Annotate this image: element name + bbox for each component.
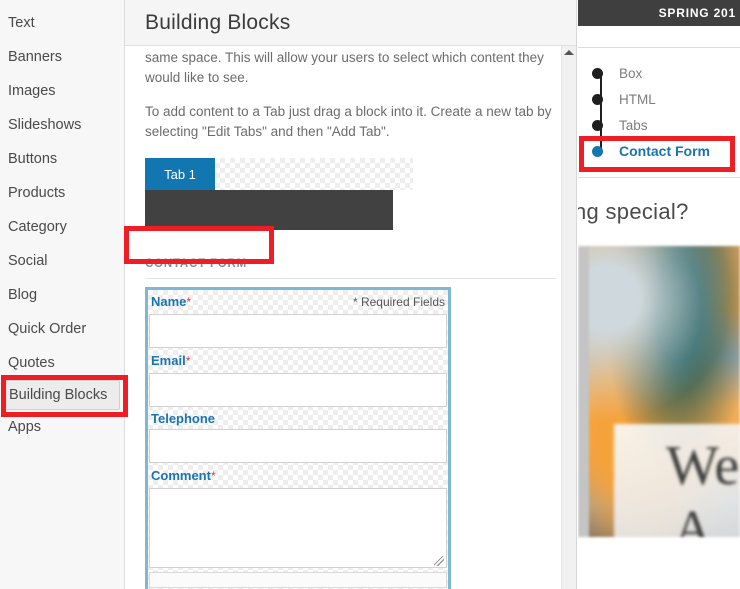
preview-spacer: [578, 26, 740, 47]
hero-left-strip: [578, 246, 589, 537]
block-list-item-label: Box: [619, 65, 643, 81]
page-title: Building Blocks: [145, 10, 291, 34]
sidebar-item-label: Slideshows: [8, 117, 82, 133]
name-field-labelrow: Name* * Required Fields: [149, 291, 447, 314]
required-star-icon: *: [185, 354, 191, 368]
tab-content-area[interactable]: [145, 190, 393, 230]
sidebar-item-label: Building Blocks: [9, 387, 108, 403]
panel-body: same space. This will allow your users t…: [125, 46, 576, 589]
sidebar-item-label: Text: [8, 15, 35, 31]
block-list-item-label: Tabs: [619, 117, 648, 133]
site-topbar-text: SPRING 201: [658, 6, 736, 20]
sidebar-item-quick-order[interactable]: Quick Order: [0, 312, 124, 346]
building-blocks-panel: Building Blocks same space. This will al…: [125, 0, 577, 589]
hero-headline: ng special?: [578, 178, 740, 246]
bullet-dot-icon: [592, 67, 603, 79]
sidebar-item-banners[interactable]: Banners: [0, 40, 124, 74]
block-list-item-label: HTML: [619, 91, 656, 107]
hero-card-word-2: A: [674, 501, 712, 538]
contact-form-submit-row[interactable]: [149, 572, 447, 588]
sidebar-item-label: Apps: [8, 419, 42, 435]
site-preview: SPRING 201 Box HTML Tabs Contact Form ng…: [578, 0, 740, 589]
telephone-field-labelrow: Telephone: [149, 409, 447, 429]
required-star-icon: *: [186, 295, 192, 309]
panel-scrollbar[interactable]: [561, 46, 576, 589]
sidebar-item-label: Buttons: [8, 151, 58, 167]
sidebar-item-blog[interactable]: Blog: [0, 278, 124, 312]
description-paragraph-1: same space. This will allow your users t…: [145, 50, 544, 85]
required-fields-note: * Required Fields: [352, 295, 445, 309]
site-topbar: SPRING 201: [578, 0, 740, 26]
sidebar-item-label: Banners: [8, 49, 63, 65]
contact-form-section-heading: CONTACT FORM: [145, 258, 556, 279]
tab-1-label: Tab 1: [164, 166, 196, 182]
sidebar-item-images[interactable]: Images: [0, 74, 124, 108]
email-field-label: Email*: [151, 353, 191, 368]
sidebar-item-label: Blog: [8, 287, 38, 303]
comment-field-label: Comment*: [151, 468, 216, 483]
block-type-list: Box HTML Tabs Contact Form: [578, 47, 740, 178]
sidebar-item-quotes[interactable]: Quotes: [0, 346, 124, 380]
hero-headline-text: ng special?: [578, 199, 689, 224]
contact-form-block[interactable]: Name* * Required Fields Email* Telephone…: [145, 287, 451, 589]
sidebar-item-label: Quotes: [8, 355, 55, 371]
sidebar-item-products[interactable]: Products: [0, 176, 124, 210]
bullet-dot-icon: [592, 93, 603, 105]
hero-image: We A: [578, 246, 740, 537]
sidebar-item-label: Quick Order: [8, 321, 87, 337]
sidebar-item-slideshows[interactable]: Slideshows: [0, 108, 124, 142]
bullet-dot-icon: [592, 145, 603, 157]
panel-header: Building Blocks: [125, 0, 576, 46]
hero-card: We A: [614, 424, 740, 537]
sidebar-item-label: Social: [8, 253, 48, 269]
block-list-item-box[interactable]: Box: [578, 60, 740, 86]
description-paragraph-2: To add content to a Tab just drag a bloc…: [145, 104, 552, 139]
required-star-icon: *: [210, 469, 216, 483]
sidebar-item-label: Category: [8, 219, 67, 235]
sidebar-item-building-blocks[interactable]: Building Blocks: [3, 380, 120, 410]
block-list-item-contact-form[interactable]: Contact Form: [578, 138, 740, 164]
bullet-dot-icon: [592, 119, 603, 131]
sidebar-item-text[interactable]: Text: [0, 6, 124, 40]
resize-handle-icon[interactable]: [434, 556, 444, 566]
telephone-input[interactable]: [149, 429, 447, 463]
comment-textarea[interactable]: [149, 488, 447, 568]
block-list-item-label: Contact Form: [619, 143, 710, 159]
chevron-up-icon[interactable]: [564, 50, 574, 55]
block-categories-sidebar: Text Banners Images Slideshows Buttons P…: [0, 0, 125, 589]
hero-card-word-1: We: [666, 435, 740, 497]
sidebar-item-label: Images: [8, 83, 56, 99]
block-list-item-tabs[interactable]: Tabs: [578, 112, 740, 138]
telephone-field-label: Telephone: [151, 411, 216, 426]
sidebar-item-apps[interactable]: Apps: [0, 410, 124, 444]
email-input[interactable]: [149, 373, 447, 407]
sidebar-item-category[interactable]: Category: [0, 210, 124, 244]
tab-1[interactable]: Tab 1: [145, 158, 215, 190]
tabs-strip: Tab 1: [145, 158, 413, 190]
sidebar-item-buttons[interactable]: Buttons: [0, 142, 124, 176]
name-field-label: Name*: [151, 294, 192, 309]
comment-field-labelrow: Comment*: [149, 465, 447, 488]
sidebar-item-social[interactable]: Social: [0, 244, 124, 278]
app-window: Text Banners Images Slideshows Buttons P…: [0, 0, 740, 589]
block-list-item-html[interactable]: HTML: [578, 86, 740, 112]
email-field-labelrow: Email*: [149, 350, 447, 373]
sidebar-item-label: Products: [8, 185, 66, 201]
tabs-block-preview[interactable]: Tab 1: [145, 158, 413, 230]
name-input[interactable]: [149, 314, 447, 348]
